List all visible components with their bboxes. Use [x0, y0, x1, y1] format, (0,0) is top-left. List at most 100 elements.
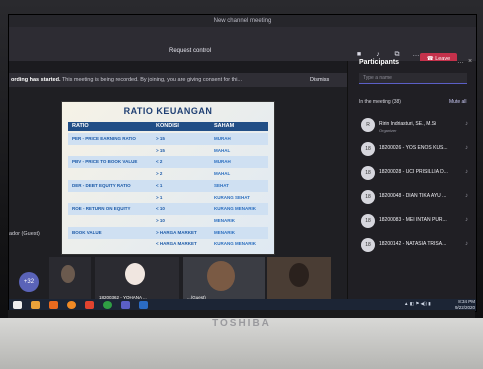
participant-name: 18200048 - DIAN TIKA AYU ... — [379, 193, 447, 199]
laptop-chin — [8, 310, 475, 318]
participant-search-input[interactable]: Type a name — [359, 73, 467, 84]
participant-video[interactable] — [267, 257, 331, 303]
start-icon[interactable] — [13, 301, 22, 309]
slide-cell-ratio: ROE - RETURN ON EQUITY — [72, 206, 131, 212]
participant-face — [207, 261, 235, 291]
participant-list-item[interactable]: 18 18200142 - NATASIA TRISA... ♪ — [347, 235, 476, 259]
panel-more-icon[interactable]: … — [457, 58, 464, 65]
slide-cell-saham: KURANG MENARIK — [214, 206, 256, 212]
slide-cell-saham: MURAH — [214, 159, 231, 165]
header-saham: SAHAM — [214, 123, 235, 129]
participant-face — [61, 265, 75, 283]
participant-face — [289, 263, 309, 287]
window-title: New channel meeting — [9, 15, 476, 27]
slide-cell-saham: SEHAT — [214, 182, 229, 188]
microphone-icon[interactable]: ♪ — [373, 51, 383, 59]
slide-cell-kondisi: > 15 — [156, 136, 165, 141]
slide-cell-kondisi: > 1 — [156, 194, 163, 200]
slide-table-row: > 10 MENARIK — [68, 215, 268, 227]
laptop-screen: New channel meeting Request control ■ ♪ … — [8, 14, 477, 312]
slide-cell-kondisi: > 2 — [156, 171, 163, 177]
slide-title: RATIO KEUANGAN — [123, 106, 213, 116]
slide-cell-ratio: PBV - PRICE TO BOOK VALUE — [72, 159, 138, 165]
slide-table-row: ROE - RETURN ON EQUITY < 10 KURANG MENARIK — [68, 203, 268, 216]
microphone-muted-icon: ♪ — [465, 217, 468, 223]
slide-table-row: PBV - PRICE TO BOOK VALUE < 2 MURAH — [68, 156, 268, 169]
participant-list: R Ririn Indriasturi, SE., M.Si Organizer ♪ 1… — [347, 115, 476, 259]
slide-cell-ratio: DER - DEBT EQUITY RATIO — [72, 182, 131, 188]
share-screen-icon[interactable]: ⧉ — [392, 51, 402, 59]
participant-name: Ririn Indriasturi, SE., M.Si — [379, 121, 437, 127]
slide-cell-saham: MENARIK — [214, 229, 235, 235]
slide-cell-kondisi: < 2 — [156, 159, 163, 165]
slide-cell-kondisi: < HARGA MARKET — [156, 241, 197, 247]
slide-table-row: > 1 KURANG SEHAT — [68, 192, 268, 204]
system-tray: ▲ ◧ ⚑ ◀)) ▮ — [404, 301, 431, 306]
participant-avatar: 18 — [361, 190, 375, 204]
slide-cell-saham: KURANG MENARIK — [214, 241, 256, 247]
slide-table-header: RATIO KONDISI SAHAM — [68, 122, 268, 131]
participant-avatar: 18 — [361, 166, 375, 180]
slide-cell-saham: MAHAL — [214, 147, 231, 153]
participant-video[interactable]: ...(Guest) — [183, 257, 265, 303]
participant-list-item[interactable]: 18 18200048 - DIAN TIKA AYU ... ♪ — [347, 187, 476, 211]
slide-cell-kondisi: > HARGA MARKET — [156, 229, 197, 235]
panel-close-icon[interactable]: × — [468, 58, 472, 65]
participant-avatar: 18 — [361, 142, 375, 156]
participant-name: 18200026 - YOS ENOS KUS... — [379, 145, 448, 151]
participant-tile[interactable] — [49, 257, 91, 303]
shared-slide: RATIO KEUANGAN RATIO KONDISI SAHAM PER -… — [61, 101, 275, 255]
dismiss-button[interactable]: Dismiss — [310, 77, 329, 83]
participant-name: 18200142 - NATASIA TRISA... — [379, 241, 447, 247]
microphone-muted-icon: ♪ — [465, 145, 468, 151]
firefox-icon[interactable] — [67, 301, 76, 309]
slide-cell-ratio: PER - PRICE EARNING RATIO — [72, 136, 136, 141]
participant-list-item[interactable]: 18 18200083 - MEI INTAN PUR... ♪ — [347, 211, 476, 235]
media-player-icon[interactable] — [49, 301, 58, 309]
call-controls: ■ ♪ ⧉ … — [354, 51, 421, 59]
header-kondisi: KONDISI — [156, 123, 179, 129]
slide-cell-kondisi: < 1 — [156, 182, 163, 188]
participant-list-item[interactable]: 18 18200028 - UCI PRISILLIA D... ♪ — [347, 163, 476, 187]
slide-cell-kondisi: < 10 — [156, 206, 165, 212]
participants-title: Participants — [359, 59, 400, 66]
slide-table-row: > 2 MAHAL — [68, 168, 268, 180]
slide-table-row: PER - PRICE EARNING RATIO > 15 MURAH — [68, 133, 268, 145]
slide-cell-kondisi: > 15 — [156, 147, 165, 153]
participant-avatar: 18 — [361, 238, 375, 252]
request-control-button[interactable]: Request control — [169, 48, 211, 54]
slide-cell-kondisi: > 10 — [156, 217, 165, 223]
slide-table-row: BOOK VALUE > HARGA MARKET MENARIK — [68, 226, 268, 239]
file-explorer-icon[interactable] — [31, 301, 40, 309]
microphone-muted-icon: ♪ — [465, 121, 468, 127]
word-icon[interactable] — [139, 301, 148, 309]
camera-icon[interactable]: ■ — [354, 51, 364, 59]
external-participant-label: ador (Guest) — [9, 231, 40, 237]
more-participants-badge[interactable]: +32 — [19, 272, 39, 292]
slide-table-row: > 15 MAHAL — [68, 145, 268, 157]
participant-name: 18200083 - MEI INTAN PUR... — [379, 217, 447, 223]
teams-icon[interactable] — [121, 301, 130, 309]
recording-banner-bold: ording has started. — [11, 77, 61, 83]
recording-banner: ording has started. This meeting is bein… — [9, 73, 349, 87]
in-meeting-label: In the meeting (38) — [359, 99, 401, 105]
slide-cell-saham: MENARIK — [214, 217, 235, 223]
microphone-muted-icon: ♪ — [465, 193, 468, 199]
slide-cell-saham: MURAH — [214, 136, 231, 141]
microphone-muted-icon: ♪ — [465, 241, 468, 247]
mute-all-button[interactable]: Mute all — [449, 99, 467, 105]
recording-banner-text: This meeting is being recorded. By joini… — [60, 77, 243, 83]
chrome-icon[interactable] — [103, 301, 112, 309]
app-icon[interactable] — [85, 301, 94, 309]
participant-photo — [125, 263, 145, 285]
laptop-brand: TOSHIBA — [212, 318, 271, 329]
slide-table-row: < HARGA MARKET KURANG MENARIK — [68, 238, 268, 250]
participant-name: 18200028 - UCI PRISILLIA D... — [379, 169, 448, 175]
participant-avatar: 18 — [361, 214, 375, 228]
slide-table-row: DER - DEBT EQUITY RATIO < 1 SEHAT — [68, 179, 268, 192]
header-ratio: RATIO — [72, 123, 89, 129]
participant-list-item[interactable]: 18 18200026 - YOS ENOS KUS... ♪ — [347, 139, 476, 163]
participant-list-item[interactable]: R Ririn Indriasturi, SE., M.Si Organizer ♪ — [347, 115, 476, 139]
participant-tile[interactable]: 18200362 - YOHANA ... — [95, 257, 179, 303]
participant-avatar: R — [361, 118, 375, 132]
